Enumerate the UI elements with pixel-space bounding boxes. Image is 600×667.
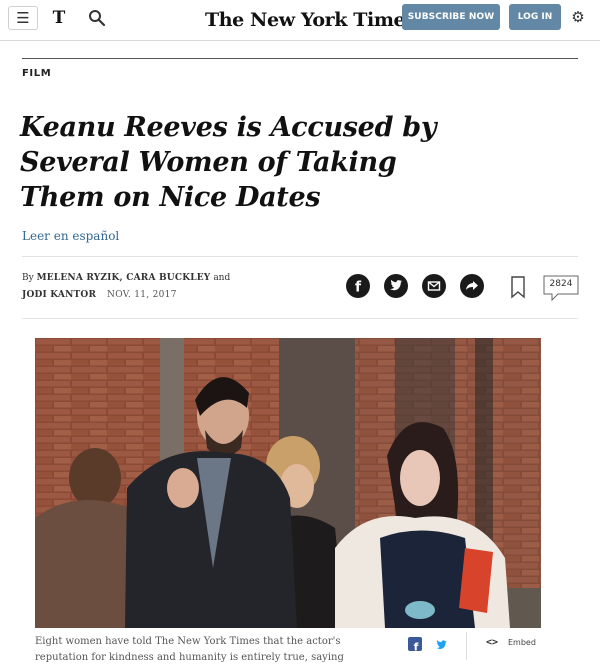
article-headline: Keanu Reeves is Accused by Several Women… [20, 112, 437, 213]
hamburger-menu-icon[interactable]: ☰ [8, 6, 38, 30]
caption-divider [466, 632, 467, 660]
svg-text:f: f [355, 280, 362, 296]
byline-prefix: By [22, 273, 34, 283]
comment-count[interactable]: 2824 [544, 279, 578, 289]
byline-authors[interactable]: MELENA RYZIK, CARA BUCKLEY [37, 273, 211, 283]
byline-author-last[interactable]: JODI KANTOR [22, 290, 96, 300]
embed-link[interactable]: Embed [508, 638, 536, 647]
search-icon[interactable] [88, 9, 106, 27]
section-kicker[interactable]: FILM [22, 68, 51, 79]
publish-date: NOV. 11, 2017 [107, 290, 177, 300]
facebook-share-icon[interactable]: f [408, 637, 422, 654]
nyt-t-logo-icon[interactable]: T [49, 7, 69, 29]
gear-icon[interactable]: ⚙ [569, 8, 587, 26]
email-icon[interactable] [422, 274, 446, 298]
byline: By MELENA RYZIK, CARA BUCKLEY and [22, 273, 230, 283]
embed-code-icon[interactable]: <> [486, 637, 498, 648]
subscribe-button[interactable]: SUBSCRIBE NOW [402, 4, 500, 30]
article-photo[interactable] [35, 338, 541, 628]
svg-text:f: f [414, 641, 419, 653]
divider [22, 256, 578, 257]
twitter-share-icon[interactable] [436, 637, 452, 651]
share-arrow-icon[interactable] [460, 274, 484, 298]
photo-caption: Eight women have told The New York Times… [35, 636, 344, 663]
bookmark-icon[interactable] [508, 274, 528, 300]
facebook-icon[interactable]: f [346, 274, 370, 298]
section-divider [22, 58, 578, 59]
twitter-icon[interactable] [384, 274, 408, 298]
masthead-logo[interactable]: The New York Times [205, 3, 416, 37]
divider [22, 318, 578, 319]
spanish-translation-link[interactable]: Leer en español [22, 229, 119, 243]
byline-and: and [213, 273, 231, 283]
byline-continued: JODI KANTOR NOV. 11, 2017 [22, 290, 177, 300]
top-bar: ☰ T The New York Times SUBSCRIBE NOW LOG… [0, 0, 600, 41]
login-button[interactable]: LOG IN [509, 4, 561, 30]
